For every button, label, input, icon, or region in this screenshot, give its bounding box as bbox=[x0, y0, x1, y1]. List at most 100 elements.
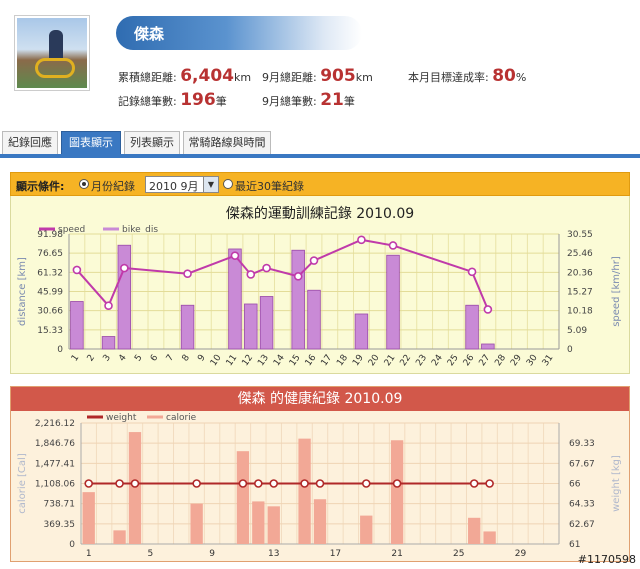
bar-bike-dis bbox=[259, 296, 274, 350]
xtick-label: 23 bbox=[414, 353, 429, 368]
xtick-label: 9 bbox=[196, 353, 208, 364]
bar-bike-dis bbox=[354, 313, 369, 350]
xtick-label: 29 bbox=[515, 549, 527, 559]
tab-comments[interactable]: 紀錄回應 bbox=[2, 131, 58, 155]
bar-bike-dis bbox=[481, 343, 495, 350]
page: 傑森 累積總距離: 6,404km 記錄總筆數: 196筆 9月總距離: 905… bbox=[0, 0, 640, 569]
xtick-label: 25 bbox=[453, 549, 464, 559]
xtick-label: 9 bbox=[209, 549, 215, 559]
xtick-label: 28 bbox=[493, 353, 508, 368]
xtick-label: 31 bbox=[541, 353, 556, 368]
point-speed bbox=[262, 263, 271, 273]
ytick-right: 10.18 bbox=[567, 307, 593, 317]
ytick-right: 30.55 bbox=[567, 230, 593, 240]
ytick-right: 61 bbox=[569, 540, 580, 550]
point-speed bbox=[104, 301, 113, 311]
point-speed bbox=[467, 267, 477, 277]
tab-routes[interactable]: 常騎路線與時間 bbox=[183, 131, 271, 155]
total-records-label: 記錄總筆數: bbox=[118, 95, 177, 108]
point-speed bbox=[357, 235, 366, 245]
month-distance-stat: 9月總距離: 905km bbox=[262, 66, 373, 86]
point-speed bbox=[183, 269, 192, 279]
line-speed bbox=[76, 238, 489, 310]
filter-label: 顯示條件: bbox=[16, 180, 65, 193]
xtick-label: 18 bbox=[335, 353, 350, 368]
xtick-label: 2 bbox=[86, 353, 97, 363]
point-speed bbox=[483, 305, 493, 314]
radio-recent-label[interactable]: 最近30筆紀錄 bbox=[235, 178, 304, 194]
radio-month[interactable] bbox=[79, 179, 89, 189]
chart-title: 傑森的運動訓練記錄 2010.09 bbox=[226, 205, 414, 222]
bar-calorie bbox=[113, 530, 126, 544]
point-weight bbox=[315, 479, 325, 488]
xtick-label: 26 bbox=[462, 353, 477, 368]
total-records-value: 196 bbox=[180, 90, 216, 110]
legend-calorie-label: calorie bbox=[166, 413, 197, 423]
xtick-label: 3 bbox=[101, 353, 112, 363]
month-select[interactable]: 2010 9月 ▼ bbox=[145, 176, 219, 193]
point-weight bbox=[192, 479, 201, 488]
point-weight bbox=[238, 479, 248, 488]
xtick-label: 29 bbox=[509, 353, 524, 368]
chevron-down-icon[interactable]: ▼ bbox=[203, 177, 218, 192]
bar-calorie bbox=[468, 517, 481, 544]
xtick-label: 5 bbox=[148, 549, 154, 559]
xtick-label: 10 bbox=[209, 353, 224, 368]
tab-underline bbox=[0, 154, 640, 158]
health-chart-panel: 傑森 的健康紀錄 2010.09 weight calorie 0 369.35 738… bbox=[10, 386, 630, 562]
goal-unit: % bbox=[515, 71, 527, 84]
xtick-label: 8 bbox=[181, 353, 193, 364]
point-weight bbox=[392, 479, 402, 488]
training-chart: 傑森的運動訓練記錄 2010.09speed bike_dis015.3330.6… bbox=[17, 205, 622, 368]
bar-calorie bbox=[236, 451, 250, 544]
xtick-label: 17 bbox=[330, 549, 341, 559]
month-distance-label: 9月總距離: bbox=[262, 71, 317, 84]
ylabel-right: speed [km/hr] bbox=[611, 256, 622, 327]
bar-calorie bbox=[390, 440, 404, 544]
point-speed bbox=[246, 270, 256, 279]
tab-list[interactable]: 列表顯示 bbox=[124, 131, 180, 155]
xtick-label: 27 bbox=[478, 353, 493, 368]
xtick-label: 21 bbox=[383, 353, 398, 368]
xtick-label: 13 bbox=[256, 353, 271, 368]
avatar[interactable] bbox=[14, 15, 90, 91]
bar-calorie bbox=[128, 432, 142, 544]
month-select-value: 2010 9月 bbox=[149, 180, 199, 193]
ytick-left: 30.66 bbox=[37, 307, 63, 317]
xtick-label: 1 bbox=[86, 549, 92, 559]
health-chart: weight calorie 0 369.35 738.71 1,108.06 1,477.… bbox=[17, 413, 622, 559]
point-weight bbox=[115, 479, 124, 488]
xtick-label: 24 bbox=[430, 353, 445, 368]
xtick-label: 16 bbox=[304, 353, 319, 368]
ytick-left: 45.99 bbox=[37, 288, 63, 298]
bike-figure bbox=[35, 58, 75, 78]
bar-calorie bbox=[313, 499, 327, 544]
bar-bike-dis bbox=[180, 304, 195, 350]
ytick-right: 0 bbox=[567, 345, 573, 355]
rider-figure bbox=[49, 30, 63, 60]
health-chart-title: 傑森 的健康紀錄 2010.09 bbox=[11, 387, 629, 411]
ytick-left: 91.98 bbox=[37, 230, 63, 240]
bar-calorie bbox=[483, 531, 496, 544]
bar-bike-dis bbox=[291, 249, 305, 350]
point-speed bbox=[293, 272, 303, 281]
radio-month-label[interactable]: 月份紀錄 bbox=[91, 178, 135, 194]
xtick-label: 21 bbox=[391, 549, 402, 559]
bar-bike-dis bbox=[101, 336, 116, 350]
total-distance-value: 6,404 bbox=[180, 66, 234, 86]
ytick-right: 62.67 bbox=[569, 520, 595, 530]
point-weight bbox=[130, 479, 140, 488]
ytick-right: 25.46 bbox=[567, 249, 593, 259]
radio-recent[interactable] bbox=[223, 179, 233, 189]
xtick-label: 12 bbox=[240, 353, 255, 368]
tab-chart[interactable]: 圖表顯示 bbox=[61, 131, 121, 155]
point-weight bbox=[361, 479, 371, 488]
ytick-right: 15.27 bbox=[567, 288, 593, 298]
ytick-left: 0 bbox=[57, 345, 63, 355]
ytick-right: 67.67 bbox=[569, 459, 595, 469]
point-speed bbox=[230, 251, 240, 260]
month-records-stat: 9月總筆數: 21筆 bbox=[262, 90, 355, 110]
xtick-label: 13 bbox=[268, 549, 279, 559]
bar-calorie bbox=[252, 501, 265, 544]
total-distance-unit: km bbox=[234, 71, 252, 84]
